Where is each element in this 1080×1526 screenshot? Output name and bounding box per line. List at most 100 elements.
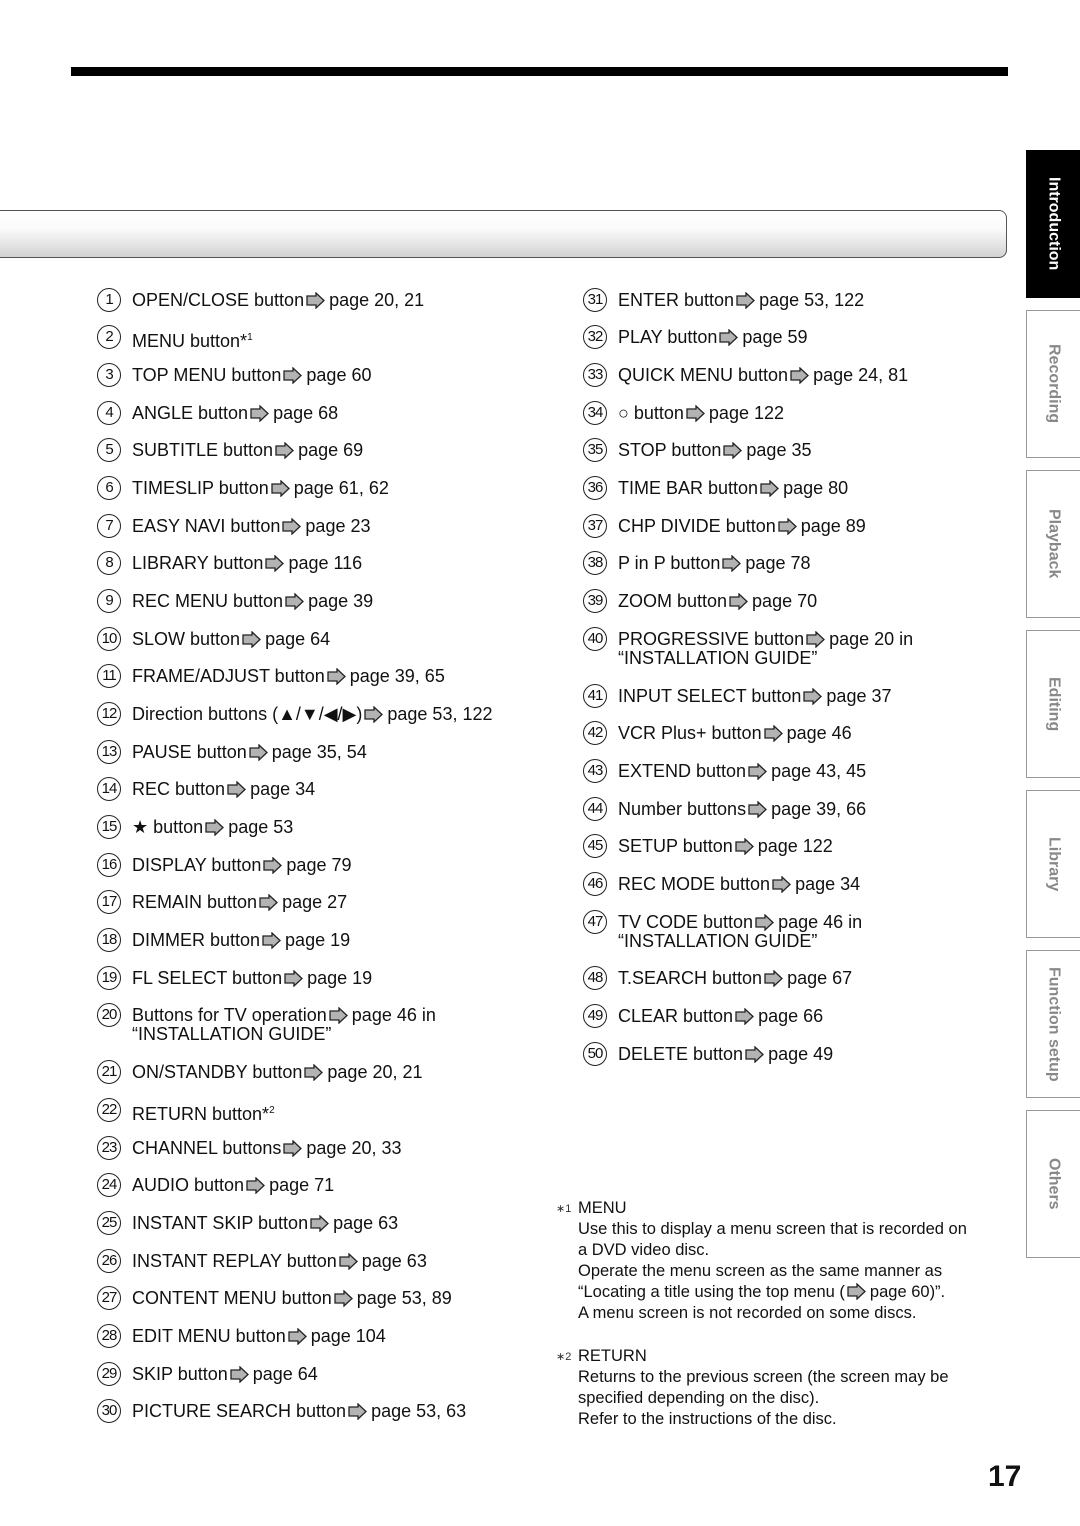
footnote-line: specified depending on the disc). [578, 1389, 820, 1407]
item-text: QUICK MENU button page 24, 81 [618, 366, 908, 385]
item-number-badge: 12 [97, 702, 121, 726]
page-ref-link[interactable]: page 34 [795, 874, 860, 894]
page-ref-link[interactable]: page 39, 66 [771, 799, 866, 819]
item-text: AUDIO button page 71 [132, 1176, 334, 1195]
item-text: CHANNEL buttons page 20, 33 [132, 1139, 402, 1158]
item-number-badge: 40 [583, 627, 607, 651]
item-number-badge: 39 [583, 589, 607, 613]
page-ref-link[interactable]: page 27 [282, 892, 347, 912]
page-ref-link[interactable]: page 63 [362, 1251, 427, 1271]
footnote-line: a DVD video disc. [578, 1241, 710, 1259]
page-ref-link[interactable]: page 20 in [829, 629, 913, 649]
page-ref-link[interactable]: page 46 in [778, 912, 862, 932]
page-ref-link[interactable]: page 63 [333, 1213, 398, 1233]
page-ref-link[interactable]: page 35, 54 [272, 742, 367, 762]
page-ref-link[interactable]: page 46 [787, 723, 852, 743]
item-label: PLAY button [618, 327, 718, 347]
page-ref-arrow-icon [760, 480, 780, 497]
page-ref-link[interactable]: page 20, 21 [329, 290, 424, 310]
item-label: ENTER button [618, 290, 735, 310]
item-label: REC MODE button [618, 874, 771, 894]
item-number-badge: 6 [97, 476, 121, 500]
item-text: SETUP button page 122 [618, 837, 833, 856]
page-ref-arrow-icon [205, 819, 225, 836]
page-ref-link[interactable]: page 64 [265, 629, 330, 649]
page-ref-link[interactable]: page 20, 33 [306, 1138, 401, 1158]
tab-label: Library [1045, 836, 1063, 892]
page-ref-link[interactable]: page 71 [269, 1175, 334, 1195]
page-ref-link[interactable]: page 23 [305, 516, 370, 536]
item-number-badge: 9 [97, 589, 121, 613]
footnotes: ∗1 MENU Use this to display a menu scree… [556, 1198, 1016, 1452]
tab-introduction[interactable]: Introduction [1026, 150, 1080, 298]
tab-recording[interactable]: Recording [1026, 310, 1080, 458]
page-ref-link[interactable]: page 60 [306, 365, 371, 385]
page-ref-link[interactable]: page 39, 65 [350, 666, 445, 686]
item-label: CHP DIVIDE button [618, 516, 776, 536]
page-ref-link[interactable]: page 122 [758, 836, 833, 856]
page-ref-link[interactable]: page 70 [752, 591, 817, 611]
page-ref-link[interactable]: page 39 [308, 591, 373, 611]
item-label: EASY NAVI button [132, 516, 281, 536]
item-number-badge: 14 [97, 777, 121, 801]
page-ref-link[interactable]: page 59 [742, 327, 807, 347]
page-ref-link[interactable]: page 53, 122 [759, 290, 864, 310]
page-ref-link[interactable]: page 104 [311, 1326, 386, 1346]
page-ref-link[interactable]: page 46 in [352, 1005, 436, 1025]
tab-others[interactable]: Others [1026, 1110, 1080, 1258]
footnote-title: RETURN [578, 1347, 647, 1365]
page-ref-link[interactable]: page 78 [745, 553, 810, 573]
page-ref-link[interactable]: page 64 [253, 1364, 318, 1384]
item-text-line2: “INSTALLATION GUIDE” [618, 931, 818, 951]
item-text: TOP MENU button page 60 [132, 366, 371, 385]
item-number-badge: 2 [97, 325, 121, 349]
page-ref-arrow-icon [729, 593, 748, 610]
tab-editing[interactable]: Editing [1026, 630, 1080, 778]
page-ref-link[interactable]: page 116 [288, 553, 362, 573]
page-ref-link[interactable]: page 80 [783, 478, 848, 498]
page-ref-link[interactable]: page 24, 81 [813, 365, 908, 385]
item-label: ★ button [132, 817, 204, 837]
page-ref-arrow-icon [249, 744, 268, 761]
page-ref-link[interactable]: page 53, 63 [371, 1401, 466, 1421]
page-ref-link[interactable]: page 53 [228, 817, 293, 837]
page-ref-link[interactable]: page 122 [709, 403, 784, 423]
page-ref-link[interactable]: page 19 [285, 930, 350, 950]
page-ref-link[interactable]: page 79 [286, 855, 351, 875]
tab-library[interactable]: Library [1026, 790, 1080, 938]
page-ref-arrow-icon [288, 1328, 307, 1345]
page-ref-link[interactable]: page 43, 45 [771, 761, 866, 781]
tab-function-setup[interactable]: Function setup [1026, 950, 1080, 1098]
tab-label: Introduction [1045, 177, 1063, 271]
item-number-badge: 11 [97, 664, 121, 688]
page-ref-arrow-icon [723, 442, 743, 459]
page-ref-link[interactable]: page 49 [768, 1044, 833, 1064]
page-ref-link[interactable]: page 89 [801, 516, 866, 536]
item-text: TIMESLIP button page 61, 62 [132, 479, 389, 498]
page-ref-link[interactable]: page 53, 89 [357, 1288, 452, 1308]
item-label: INSTANT SKIP button [132, 1213, 309, 1233]
footnote-mark: ∗2 [556, 1351, 572, 1363]
item-number-badge: 38 [583, 551, 607, 575]
page-ref-link[interactable]: page 35 [746, 440, 811, 460]
page-ref-link[interactable]: page 20, 21 [327, 1062, 422, 1082]
page-ref-arrow-icon [334, 1290, 353, 1307]
item-number-badge: 44 [583, 797, 607, 821]
page-ref-arrow-icon [284, 970, 304, 987]
page-ref-link[interactable]: page 67 [787, 968, 852, 988]
footnote-superscript: 1 [247, 332, 253, 343]
footnote-page-ref[interactable]: page 60)”. [870, 1283, 945, 1301]
item-label: PICTURE SEARCH button [132, 1401, 347, 1421]
page-ref-link[interactable]: page 68 [273, 403, 338, 423]
page-ref-link[interactable]: page 66 [758, 1006, 823, 1026]
page-ref-arrow-icon [686, 405, 705, 422]
page-ref-link[interactable]: page 19 [307, 968, 372, 988]
page-ref-link[interactable]: page 61, 62 [294, 478, 389, 498]
item-text: STOP button page 35 [618, 441, 811, 460]
tab-playback[interactable]: Playback [1026, 470, 1080, 618]
page-ref-link[interactable]: page 69 [298, 440, 363, 460]
page-ref-link[interactable]: page 34 [250, 779, 315, 799]
footnote-return: ∗2 RETURN Returns to the previous screen… [556, 1346, 1016, 1430]
page-ref-link[interactable]: page 53, 122 [387, 704, 492, 724]
page-ref-link[interactable]: page 37 [826, 686, 891, 706]
